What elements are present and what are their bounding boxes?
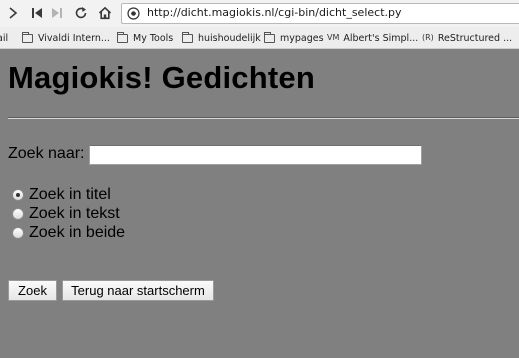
bookmark-folder-huishoudelijk[interactable]: huishoudelijk bbox=[182, 31, 261, 45]
bookmark-alberts-simple[interactable]: VM Albert's Simpl... bbox=[327, 31, 418, 45]
site-favicon-icon: VM bbox=[327, 33, 340, 42]
radio-label: Zoek in tekst bbox=[29, 205, 120, 222]
fast-forward-icon[interactable] bbox=[49, 5, 65, 21]
search-label: Zoek naar: bbox=[8, 145, 85, 162]
folder-icon bbox=[22, 31, 33, 43]
restructured-favicon-icon: (R) bbox=[422, 33, 434, 42]
radio-button[interactable] bbox=[12, 189, 24, 201]
address-url[interactable]: http://dicht.magiokis.nl/cgi-bin/dicht_s… bbox=[147, 6, 402, 19]
sidebar-toggle-icon[interactable] bbox=[5, 5, 21, 21]
bookmark-folder-my-tools[interactable]: My Tools bbox=[117, 31, 173, 45]
page-content: Magiokis! Gedichten Zoek naar: Zoek in t… bbox=[0, 50, 519, 358]
reload-icon[interactable] bbox=[73, 5, 89, 21]
radio-option-titel[interactable]: Zoek in titel bbox=[12, 186, 111, 204]
bookmark-folder-mypages[interactable]: mypages bbox=[264, 31, 324, 45]
address-bar[interactable]: http://dicht.magiokis.nl/cgi-bin/dicht_s… bbox=[121, 3, 519, 24]
bookmark-restructured[interactable]: (R) ReStructured ... bbox=[422, 31, 512, 45]
bookmark-label: Albert's Simpl... bbox=[343, 32, 419, 44]
bookmark-label: huishoudelijk bbox=[198, 32, 261, 44]
divider bbox=[8, 117, 519, 119]
page-title: Magiokis! Gedichten bbox=[8, 60, 315, 95]
radio-label: Zoek in titel bbox=[29, 186, 111, 203]
radio-option-tekst[interactable]: Zoek in tekst bbox=[12, 205, 120, 223]
bookmark-label: ReStructured ... bbox=[437, 32, 513, 44]
bookmarks-bar: ail Vivaldi Intern... My Tools huishoude… bbox=[0, 27, 519, 49]
folder-icon bbox=[182, 31, 193, 43]
radio-option-beide[interactable]: Zoek in beide bbox=[12, 224, 125, 242]
search-input[interactable] bbox=[89, 145, 422, 165]
radio-button[interactable] bbox=[12, 208, 24, 220]
bookmark-folder-vivaldi[interactable]: Vivaldi Intern... bbox=[22, 31, 110, 45]
bookmark-label: mypages bbox=[280, 32, 324, 44]
folder-icon bbox=[264, 31, 275, 43]
radio-label: Zoek in beide bbox=[29, 224, 126, 241]
folder-icon bbox=[117, 31, 128, 43]
browser-toolbar: http://dicht.magiokis.nl/cgi-bin/dicht_s… bbox=[0, 0, 519, 27]
bookmark-label: Vivaldi Intern... bbox=[38, 32, 110, 44]
bookmark-label: My Tools bbox=[133, 32, 174, 44]
search-submit-button[interactable]: Zoek bbox=[8, 280, 57, 301]
bookmark-label: ail bbox=[0, 32, 9, 44]
radio-button[interactable] bbox=[12, 227, 24, 239]
home-icon[interactable] bbox=[97, 5, 113, 21]
site-info-icon[interactable] bbox=[127, 7, 140, 20]
back-to-start-button[interactable]: Terug naar startscherm bbox=[62, 280, 214, 301]
bookmark-mail[interactable]: ail bbox=[0, 31, 8, 45]
rewind-icon[interactable] bbox=[29, 5, 45, 21]
